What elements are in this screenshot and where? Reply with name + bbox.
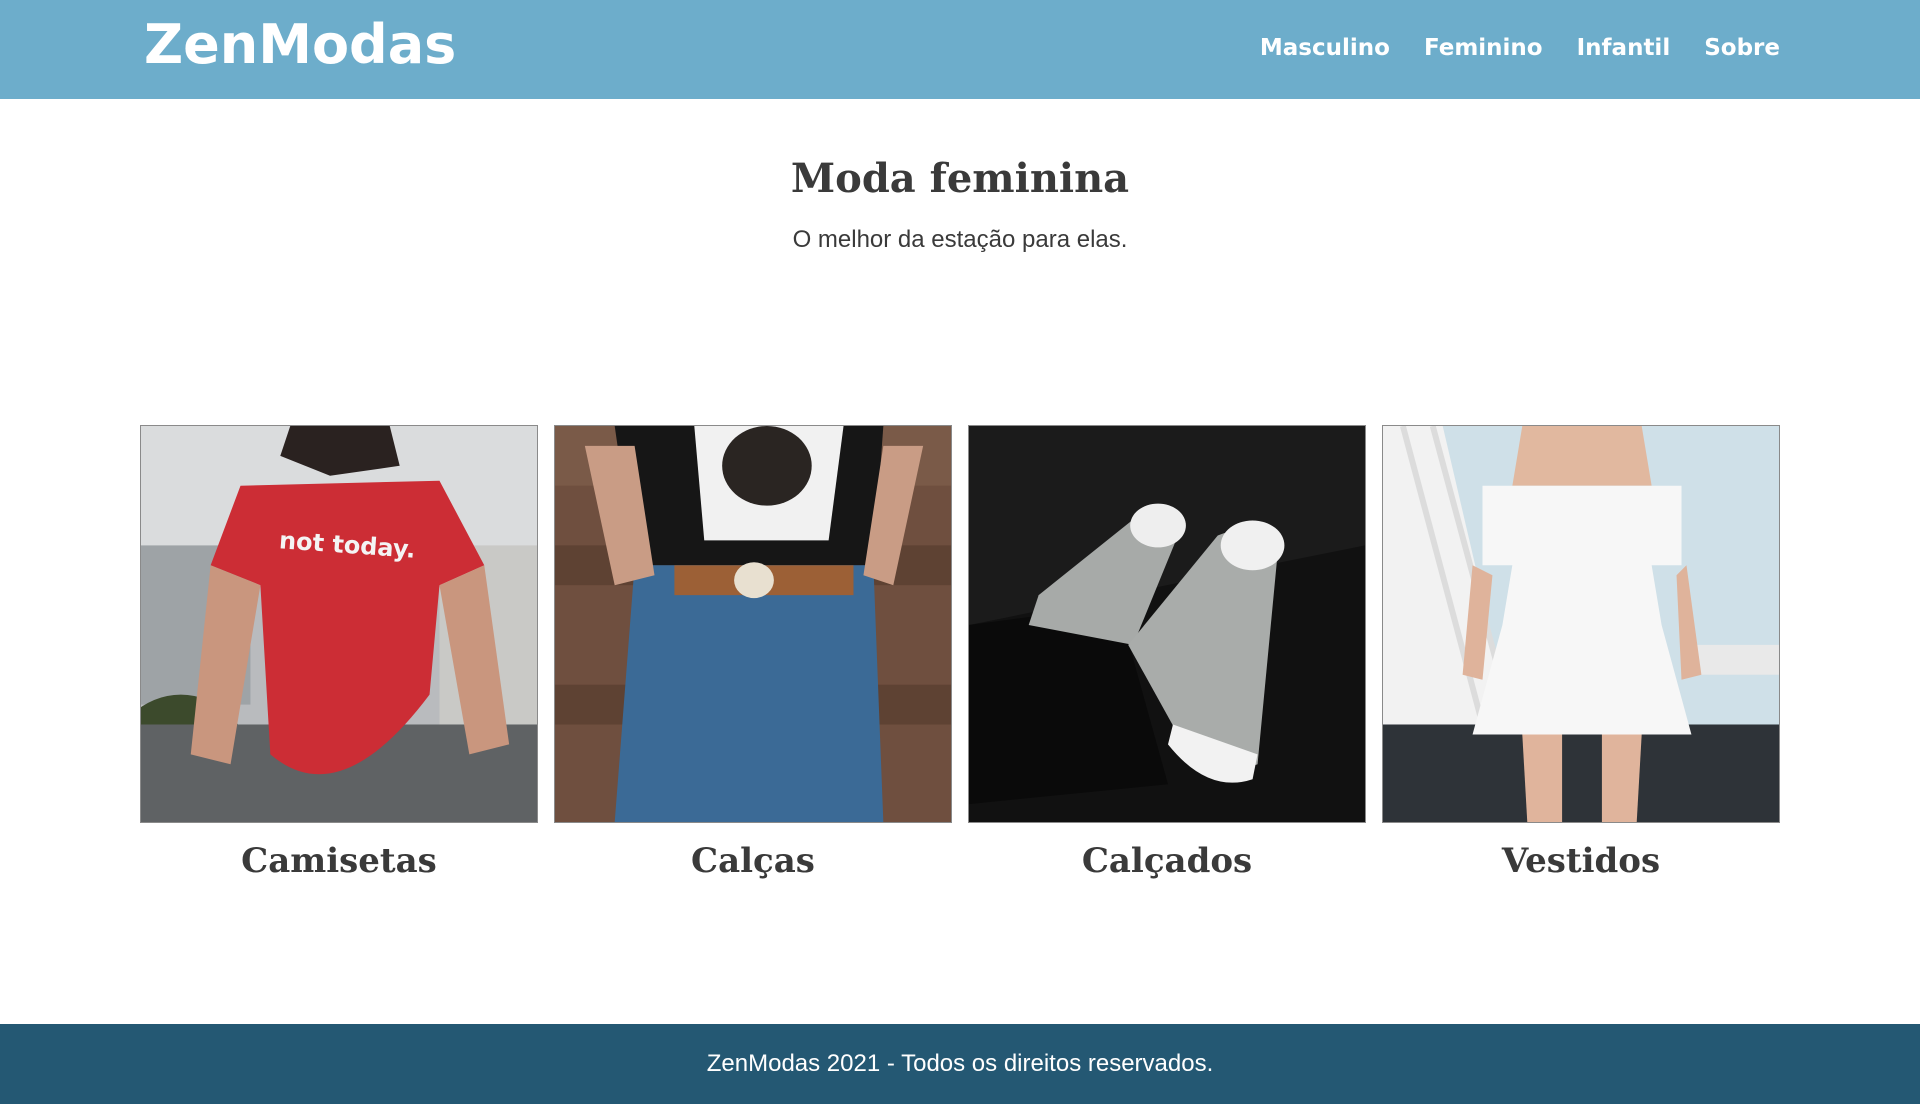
main-nav: Masculino Feminino Infantil Sobre bbox=[1260, 30, 1780, 66]
category-label-vestidos[interactable]: Vestidos bbox=[1382, 841, 1780, 881]
page-subtitle: O melhor da estação para elas. bbox=[792, 226, 1128, 253]
category-label-calcados[interactable]: Calçados bbox=[968, 841, 1366, 881]
category-label-camisetas[interactable]: Camisetas bbox=[140, 841, 538, 881]
jeans-with-belt-photo[interactable] bbox=[554, 425, 952, 823]
nav-link-sobre[interactable]: Sobre bbox=[1704, 30, 1780, 66]
nav-link-masculino[interactable]: Masculino bbox=[1260, 30, 1390, 66]
nav-link-infantil[interactable]: Infantil bbox=[1577, 30, 1671, 66]
nav-link-feminino[interactable]: Feminino bbox=[1424, 30, 1543, 66]
category-card-vestidos[interactable]: Vestidos bbox=[1382, 425, 1780, 881]
gray-sneakers-photo[interactable] bbox=[968, 425, 1366, 823]
category-card-calcas[interactable]: Calças bbox=[554, 425, 952, 881]
category-grid: not today. Camisetas Calças Calçados Ves… bbox=[140, 425, 1780, 895]
page-title: Moda feminina bbox=[790, 155, 1130, 202]
category-label-calcas[interactable]: Calças bbox=[554, 841, 952, 881]
brand-logo[interactable]: ZenModas bbox=[144, 12, 456, 78]
footer-copyright: ZenModas 2021 - Todos os direitos reserv… bbox=[706, 1050, 1214, 1077]
category-card-camisetas[interactable]: not today. Camisetas bbox=[140, 425, 538, 881]
category-card-calcados[interactable]: Calçados bbox=[968, 425, 1366, 881]
footer: ZenModas 2021 - Todos os direitos reserv… bbox=[0, 1024, 1920, 1104]
white-dress-photo[interactable] bbox=[1382, 425, 1780, 823]
top-navbar: ZenModas Masculino Feminino Infantil Sob… bbox=[0, 0, 1920, 99]
woman-red-tshirt-photo[interactable]: not today. bbox=[140, 425, 538, 823]
